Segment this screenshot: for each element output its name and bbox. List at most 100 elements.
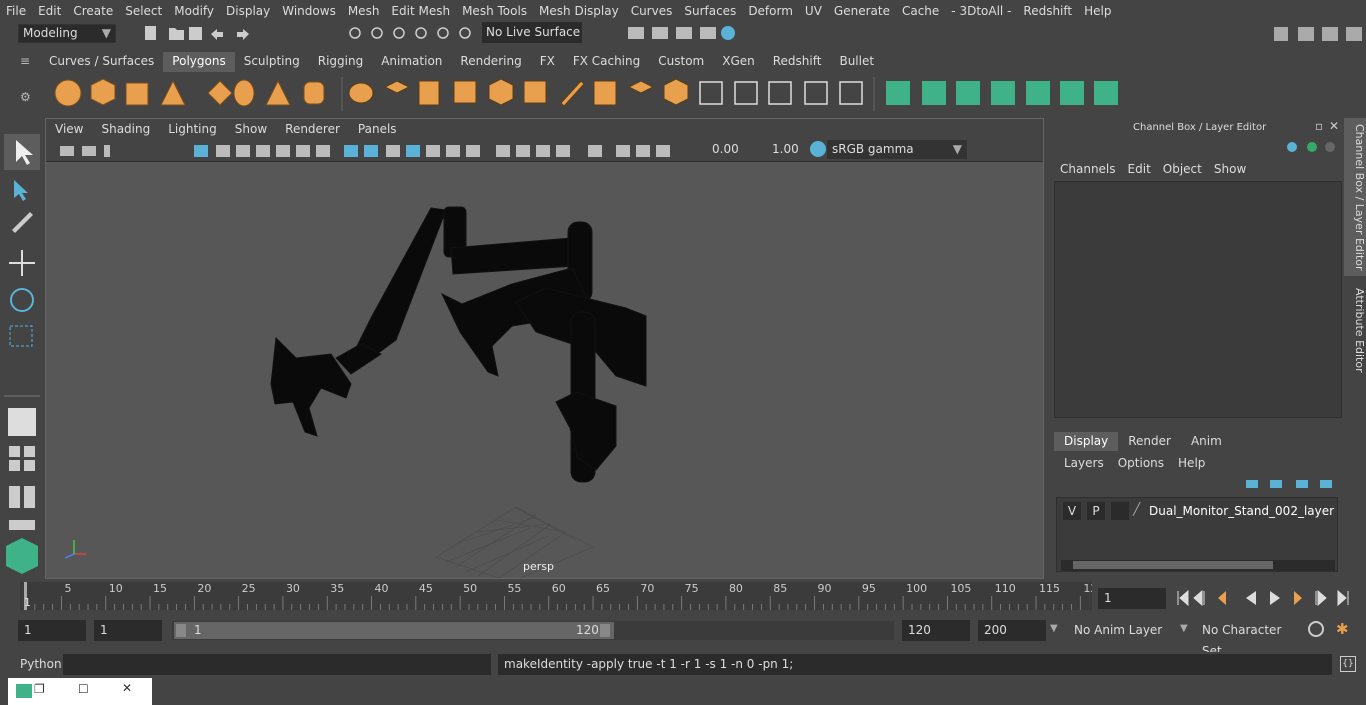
anim-layer-dropdown[interactable]: No Anim Layer [1068, 620, 1176, 641]
viewport-menu-panels[interactable]: Panels [349, 122, 406, 136]
channel-menu-channels[interactable]: Channels [1060, 162, 1128, 176]
tab-redshift[interactable]: Redshift [764, 52, 831, 72]
current-frame-field[interactable]: 1 [1098, 588, 1166, 609]
scene-canvas[interactable] [46, 162, 1043, 583]
channel-menu-edit[interactable]: Edit [1128, 162, 1163, 176]
menu-item-help[interactable]: Help [1078, 1, 1117, 21]
live-surface-field[interactable]: No Live Surface [482, 22, 582, 43]
menu-item-generate[interactable]: Generate [828, 1, 896, 21]
shelf-gear[interactable]: ≡ ⚙ [18, 54, 38, 114]
layer-color-icon[interactable]: ╱ [1133, 502, 1147, 520]
layer-playback-toggle[interactable]: P [1087, 502, 1105, 520]
channel-box-tools[interactable] [1284, 138, 1344, 156]
range-start-grip[interactable] [176, 624, 186, 637]
side-tab-attribute-editor[interactable]: Attribute Editor [1344, 282, 1366, 378]
tab-rigging[interactable]: Rigging [309, 52, 372, 72]
gamma-field[interactable]: 1.00 [766, 140, 816, 159]
color-management-icon[interactable] [810, 141, 826, 157]
menu-item-uv[interactable]: UV [799, 1, 828, 21]
auto-key-icon[interactable] [1308, 621, 1324, 637]
viewport-menu-lighting[interactable]: Lighting [159, 122, 226, 136]
tab-xgen[interactable]: XGen [713, 52, 764, 72]
channel-menu-object[interactable]: Object [1163, 162, 1214, 176]
channel-menu-show[interactable]: Show [1214, 162, 1258, 176]
layer-name[interactable]: Dual_Monitor_Stand_002_layer [1149, 504, 1334, 518]
scrollbar-thumb[interactable] [1073, 561, 1273, 569]
script-editor-icon[interactable]: {} [1340, 656, 1356, 672]
menu-item-deform[interactable]: Deform [742, 1, 799, 21]
colorspace-dropdown[interactable]: sRGB gamma ▼ [827, 140, 967, 159]
polygons-shelf[interactable] [40, 73, 1120, 114]
layer-menu-options[interactable]: Options [1118, 456, 1178, 470]
layer-display-type[interactable] [1111, 502, 1129, 520]
range-slider[interactable]: 1 120 [172, 621, 894, 640]
menu-item-mesh-tools[interactable]: Mesh Tools [456, 1, 533, 21]
tab-rendering[interactable]: Rendering [451, 52, 530, 72]
preferences-icon[interactable]: ✱ [1336, 620, 1349, 638]
layer-scrollbar[interactable] [1061, 560, 1335, 571]
tab-custom[interactable]: Custom [649, 52, 713, 72]
range-end-grip[interactable] [600, 624, 610, 637]
tab-polygons[interactable]: Polygons [163, 52, 235, 72]
chevron-down-icon[interactable]: ▼ [1180, 623, 1188, 634]
menu-item-redshift[interactable]: Redshift [1017, 1, 1078, 21]
render-tools[interactable] [620, 24, 740, 44]
exposure-field[interactable]: 0.00 [706, 140, 756, 159]
viewport-menu-view[interactable]: View [46, 122, 92, 136]
playback-start-field[interactable]: 1 [94, 620, 162, 641]
layer-menu-help[interactable]: Help [1178, 456, 1219, 470]
float-icon[interactable]: ▫ [1315, 119, 1323, 133]
viewport-menu-shading[interactable]: Shading [92, 122, 159, 136]
menu-item-surfaces[interactable]: Surfaces [678, 1, 742, 21]
viewport-menu-renderer[interactable]: Renderer [276, 122, 349, 136]
gear-icon[interactable]: ⚙ [20, 90, 31, 104]
side-tab-channel-box[interactable]: Channel Box / Layer Editor [1344, 118, 1366, 276]
viewport-tool-icons[interactable] [56, 142, 696, 160]
scene-start-field[interactable]: 1 [18, 620, 86, 641]
time-ruler[interactable]: 5 10 15 20 25 30 35 40 45 50 55 60 65 70 75 80 85 90 95 100… [20, 582, 1092, 610]
close-icon[interactable]: ✕ [122, 681, 132, 695]
workspace-tools[interactable] [1270, 23, 1366, 45]
tab-render[interactable]: Render [1118, 432, 1181, 451]
tab-fx[interactable]: FX [531, 52, 564, 72]
mode-dropdown[interactable]: Modeling ▼ [18, 24, 116, 43]
close-icon[interactable]: ✕ [1329, 119, 1339, 133]
playback-end-field[interactable]: 120 [902, 620, 970, 641]
viewport-menu-show[interactable]: Show [226, 122, 276, 136]
channel-box-panel[interactable] [1054, 181, 1342, 418]
menu-item-mesh[interactable]: Mesh [342, 1, 386, 21]
menu-item-file[interactable]: File [0, 1, 32, 21]
viewport-scene[interactable]: persp [46, 162, 1043, 583]
tab-animation[interactable]: Animation [372, 52, 451, 72]
status-tools[interactable] [125, 24, 485, 44]
playback-controls[interactable] [1172, 587, 1364, 609]
character-set-dropdown[interactable]: No Character Set [1196, 620, 1302, 658]
tab-bullet[interactable]: Bullet [830, 52, 883, 72]
chevron-down-icon[interactable]: ▼ [1050, 623, 1058, 634]
scene-end-field[interactable]: 200 [978, 620, 1046, 641]
tab-display[interactable]: Display [1054, 432, 1119, 451]
menu-item-windows[interactable]: Windows [276, 1, 342, 21]
tab-sculpting[interactable]: Sculpting [235, 52, 309, 72]
tab-fx-caching[interactable]: FX Caching [564, 52, 649, 72]
menu-item-mesh-display[interactable]: Mesh Display [533, 1, 625, 21]
command-input[interactable] [63, 654, 491, 675]
tab-anim[interactable]: Anim [1181, 432, 1232, 451]
menu-item-curves[interactable]: Curves [625, 1, 679, 21]
layer-tools[interactable] [1242, 476, 1338, 492]
command-lang-label[interactable]: Python [20, 657, 62, 671]
menu-item-cache[interactable]: Cache [896, 1, 945, 21]
layer-menu-layers[interactable]: Layers [1064, 456, 1118, 470]
menu-item-modify[interactable]: Modify [168, 1, 220, 21]
shelf-menu-icon[interactable]: ≡ [20, 54, 30, 68]
menu-item-display[interactable]: Display [220, 1, 276, 21]
restore-icon[interactable]: ❐ [34, 682, 45, 696]
menu-item-edit[interactable]: Edit [32, 1, 67, 21]
layer-row[interactable]: V P ╱ Dual_Monitor_Stand_002_layer [1061, 502, 1335, 520]
menu-item-create[interactable]: Create [67, 1, 119, 21]
menu-item-select[interactable]: Select [119, 1, 168, 21]
maximize-icon[interactable]: ☐ [78, 682, 89, 696]
range-slider-handle[interactable]: 1 120 [174, 622, 614, 639]
menu-item-edit-mesh[interactable]: Edit Mesh [385, 1, 456, 21]
tab-curves-surfaces[interactable]: Curves / Surfaces [40, 52, 163, 72]
